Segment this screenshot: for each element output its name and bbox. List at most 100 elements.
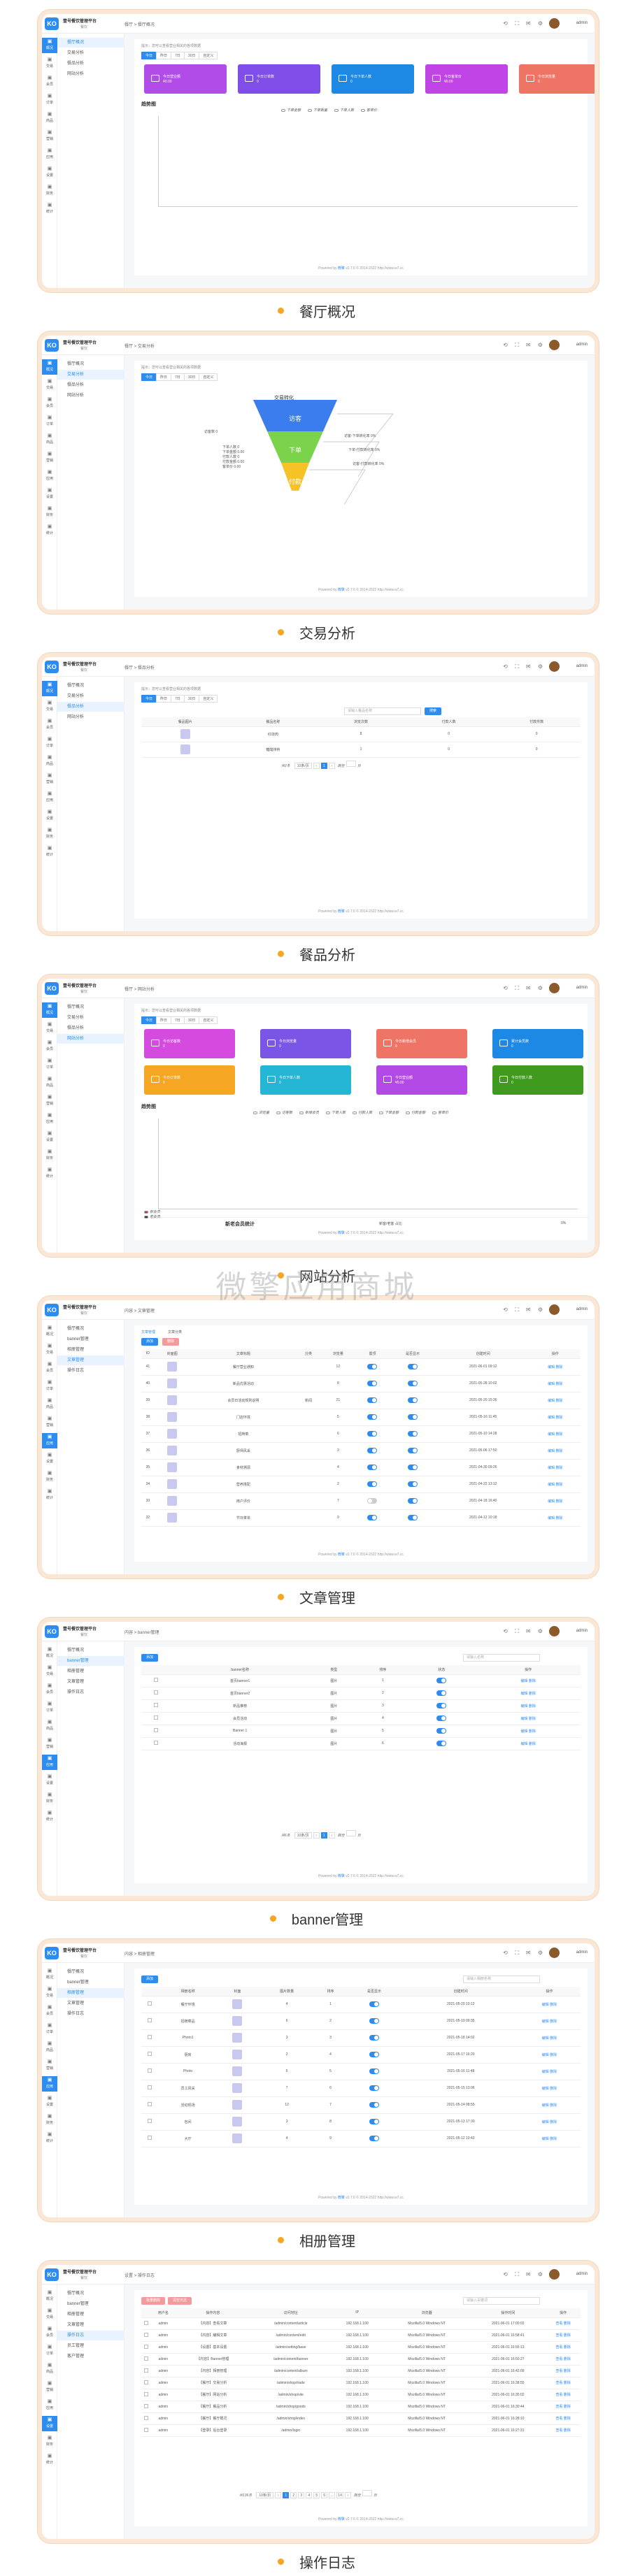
pager-prev-icon[interactable]: ‹ (313, 1832, 320, 1839)
column-header[interactable]: banner名称 (170, 1665, 310, 1675)
toggle-switch[interactable] (436, 1678, 447, 1683)
toolbar-icons[interactable]: ⟲ ⛶ ✉ ⚙ (503, 663, 546, 670)
sidebar-item[interactable]: ▣ 设置 (42, 165, 57, 180)
sidebar-item[interactable]: ▣ 商品 (42, 1397, 57, 1412)
user-name[interactable]: admin (576, 21, 588, 25)
app-logo[interactable]: KO (45, 661, 59, 673)
toggle-switch[interactable] (408, 1448, 418, 1453)
table-row[interactable]: 会员活动 图片 4 编辑 删除 (141, 1712, 581, 1725)
table-row[interactable]: Photo1 3 3 2021-05-18 14:02 编辑 删除 (141, 2029, 581, 2047)
table-row[interactable]: admin 【设置】基本设置/admin/setting/base 192.168.… (141, 2341, 581, 2354)
legend-item[interactable]: 付款金额 (406, 1111, 425, 1115)
thumbnail-image[interactable] (167, 1446, 178, 1455)
toggle-switch[interactable] (367, 1414, 378, 1420)
pager-goto-input[interactable] (362, 2490, 372, 2496)
user-name[interactable]: admin (576, 664, 588, 668)
user-name[interactable]: admin (576, 2272, 588, 2276)
sidebar-item[interactable]: ▣ 设置 (42, 1130, 57, 1145)
date-tab[interactable]: 30日 (183, 1016, 200, 1024)
avatar[interactable] (549, 1948, 560, 1958)
user-name[interactable]: admin (576, 1950, 588, 1955)
date-tab[interactable]: 今日 (141, 695, 157, 703)
date-tab[interactable]: 昨日 (156, 695, 172, 703)
legend-item[interactable]: 下单金额 (281, 108, 301, 113)
submenu-item[interactable]: 文章管理 (57, 1355, 125, 1365)
submenu-item[interactable]: 操作日志 (57, 1688, 125, 1697)
date-tab[interactable]: 自定义 (199, 695, 218, 703)
sidebar-item[interactable]: ▣ 订单 (42, 414, 57, 429)
breadcrumb[interactable]: 设置 > 操作日志 (125, 2272, 155, 2278)
action-button[interactable]: 删除 (162, 1338, 180, 1346)
pager-page[interactable]: 5 (313, 2492, 320, 2498)
toggle-switch[interactable] (408, 1465, 418, 1470)
row-action-links[interactable]: 编辑 删除 (542, 2020, 557, 2024)
toggle-switch[interactable] (367, 1515, 378, 1520)
toggle-switch[interactable] (436, 1690, 447, 1696)
sidebar-item[interactable]: ▣ 订单 (42, 92, 57, 108)
column-header[interactable]: 操作时间 (470, 2308, 546, 2318)
legend-item[interactable]: 付款人数 (353, 1111, 372, 1115)
row-action-links[interactable]: 编辑 删除 (542, 2087, 557, 2091)
row-checkbox[interactable] (153, 1728, 158, 1732)
column-header[interactable]: 操作 (518, 1987, 581, 1996)
column-header[interactable]: 餐品名称 (229, 717, 318, 727)
row-action-links[interactable]: 编辑 删除 (542, 2003, 557, 2007)
stat-tile[interactable]: 今日下单人数 0 (332, 64, 414, 94)
legend-item[interactable]: 新增会员 (299, 1111, 319, 1115)
row-checkbox[interactable] (143, 2427, 148, 2432)
table-row[interactable]: admin 【餐厅】餐厅概况/admin/shop/index 192.168.1.… (141, 2412, 581, 2425)
column-header[interactable]: 相册名称 (158, 1987, 218, 1996)
stat-tile[interactable]: 今日客单价 ¥0.00 (425, 64, 508, 94)
legend-item[interactable]: 下单人数 (334, 108, 354, 113)
footer-link[interactable]: 微擎 (338, 588, 345, 592)
stat-tile[interactable]: 今日下单人数 0 (260, 1065, 351, 1095)
toolbar-icons[interactable]: ⟲ ⛶ ✉ ⚙ (503, 2271, 546, 2278)
sidebar-item[interactable]: ▣ 设置 (42, 808, 57, 823)
row-action-links[interactable]: 编辑 删除 (548, 1399, 562, 1403)
sidebar-item[interactable]: ▣ 会员 (42, 1360, 57, 1376)
column-header[interactable]: 用户名 (150, 2308, 176, 2318)
pager-page[interactable]: 1 (283, 2492, 290, 2498)
avatar[interactable] (549, 1626, 560, 1636)
breadcrumb[interactable]: 内容 > 相册管理 (125, 1950, 155, 1957)
sidebar-item[interactable]: ▣ 交易 (42, 1021, 57, 1036)
submenu-item[interactable]: 操作日志 (57, 2009, 125, 2019)
row-checkbox[interactable] (153, 1703, 158, 1707)
submenu-item[interactable]: 操作日志 (57, 2331, 125, 2340)
submenu-item[interactable]: 餐厅概况 (57, 1002, 125, 1012)
thumbnail-image[interactable] (232, 2066, 243, 2076)
breadcrumb[interactable]: 餐厅 > 网站分析 (125, 986, 155, 992)
table-row[interactable]: 包间 3 8 2021-05-13 17:30 编辑 删除 (141, 2113, 581, 2131)
thumbnail-image[interactable] (232, 2117, 243, 2127)
toggle-switch[interactable] (408, 1431, 418, 1437)
toggle-switch[interactable] (369, 2035, 379, 2041)
row-action-links[interactable]: 查看 删除 (555, 2381, 570, 2385)
thumbnail-image[interactable] (167, 1379, 178, 1388)
thumbnail-image[interactable] (232, 2050, 243, 2059)
app-logo[interactable]: KO (45, 17, 59, 30)
user-name[interactable]: admin (576, 986, 588, 990)
thumbnail-image[interactable] (232, 2016, 243, 2026)
sidebar-item[interactable]: ▣ 商品 (42, 1718, 57, 1734)
stat-tile[interactable]: 今日访客数 0 (144, 1029, 235, 1058)
sidebar-item[interactable]: ▣ 交易 (42, 1342, 57, 1358)
action-button[interactable]: 添加 (141, 1654, 159, 1662)
date-tab[interactable]: 今日 (141, 52, 157, 59)
column-header[interactable]: 文章标题 (190, 1349, 297, 1359)
search-input[interactable]: 请输入相册名称 (463, 1976, 540, 1983)
column-header[interactable]: IP (331, 2308, 383, 2318)
submenu-item[interactable]: banner管理 (57, 2299, 125, 2309)
app-logo[interactable]: KO (45, 1625, 59, 1638)
sidebar-item[interactable]: ▣ 财务 (42, 183, 57, 199)
thumbnail-image[interactable] (180, 744, 190, 754)
table-row[interactable]: 首页banner1 图片 1 编辑 删除 (141, 1674, 581, 1688)
stat-tile[interactable]: 今日订单数 0 (144, 1065, 235, 1095)
row-checkbox[interactable] (148, 2052, 152, 2056)
submenu-item[interactable]: 交易分析 (57, 1013, 125, 1023)
sidebar-item[interactable]: ▣ 统计 (42, 2452, 57, 2468)
sidebar-item[interactable]: ▣ 营销 (42, 1415, 57, 1430)
submenu-item[interactable]: 交易分析 (57, 691, 125, 701)
thumbnail-image[interactable] (180, 729, 190, 739)
toggle-switch[interactable] (408, 1515, 418, 1520)
date-tab[interactable]: 自定义 (199, 52, 218, 59)
